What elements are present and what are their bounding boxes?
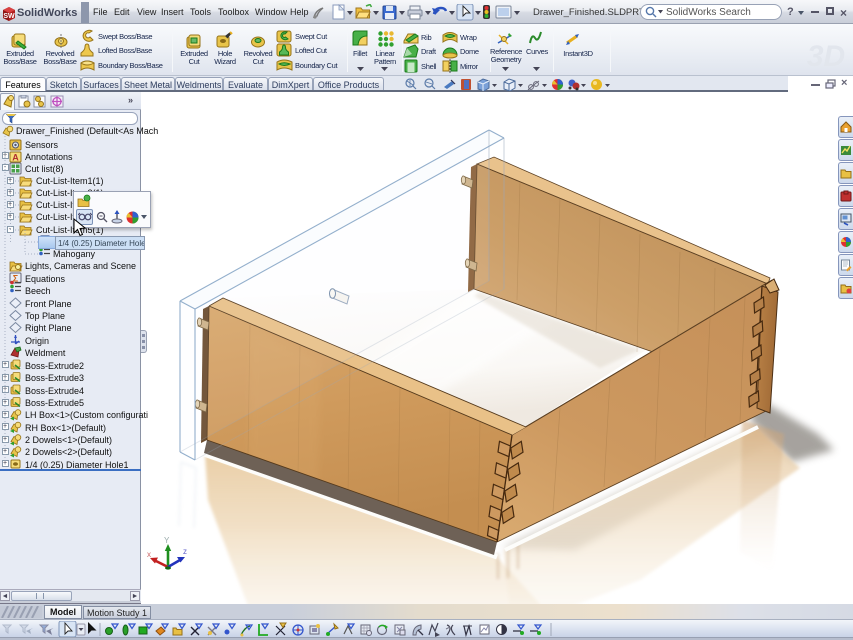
svg-text:Y: Y [164, 536, 170, 545]
svg-text:A: A [12, 153, 19, 163]
svg-text:3D: 3D [807, 40, 845, 73]
svg-text:x: x [147, 550, 151, 559]
svg-text:z: z [183, 547, 187, 556]
svg-text:SW: SW [3, 13, 15, 20]
